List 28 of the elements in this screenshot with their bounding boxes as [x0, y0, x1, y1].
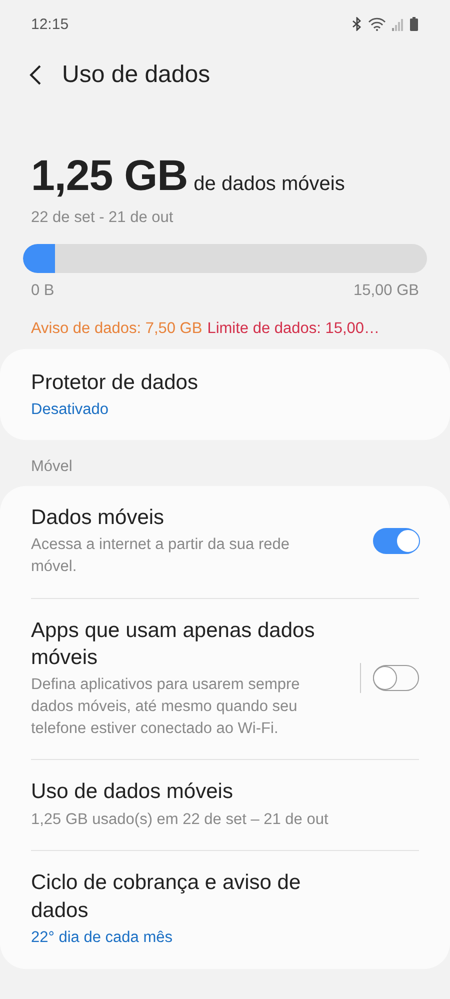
- bar-max-label: 15,00 GB: [354, 282, 419, 300]
- toggle-switch[interactable]: [373, 528, 419, 554]
- setting-status: Desativado: [31, 400, 110, 420]
- setting-description: 22° dia de cada mês: [31, 928, 174, 948]
- wifi-icon: [368, 17, 386, 31]
- toggle-switch[interactable]: [373, 664, 419, 691]
- setting-title: Ciclo de cobrança e aviso de dados: [31, 870, 302, 924]
- setting-description: 1,25 GB usado(s) em 22 de set – 21 de out: [31, 810, 330, 830]
- usage-period: 22 de set - 21 de out: [30, 208, 174, 227]
- setting-description: Defina aplicativos para usarem sempre dados móveis, até mesmo quando seu telefone estiver conectado ao Wi-Fi.: [31, 675, 301, 739]
- setting-title: Protetor de dados: [31, 370, 199, 396]
- setting-description: Acessa a internet a partir da sua rede móvel.: [31, 535, 290, 577]
- page-title: Uso de dados: [62, 61, 210, 89]
- data-limit: Limite de dados: 15,00…: [207, 320, 380, 338]
- bluetooth-icon: [352, 17, 362, 31]
- back-button[interactable]: [28, 64, 42, 86]
- setting-title: Uso de dados móveis: [31, 779, 234, 806]
- section-header: Móvel: [30, 456, 74, 477]
- data-saver-card[interactable]: Protetor de dados Desativado: [0, 349, 450, 440]
- bar-min-label: 0 B: [31, 282, 54, 300]
- signal-icon: [392, 18, 404, 30]
- usage-amount: 1,25 GB: [31, 152, 188, 201]
- setting-title: Apps que usam apenas dados móveis: [31, 618, 316, 671]
- data-warning: Aviso de dados: 7,50 GB: [31, 320, 202, 338]
- status-time: 12:15: [31, 16, 69, 32]
- setting-title: Dados móveis: [31, 504, 166, 531]
- battery-icon: [410, 17, 418, 31]
- usage-unit: de dados móveis: [194, 173, 345, 196]
